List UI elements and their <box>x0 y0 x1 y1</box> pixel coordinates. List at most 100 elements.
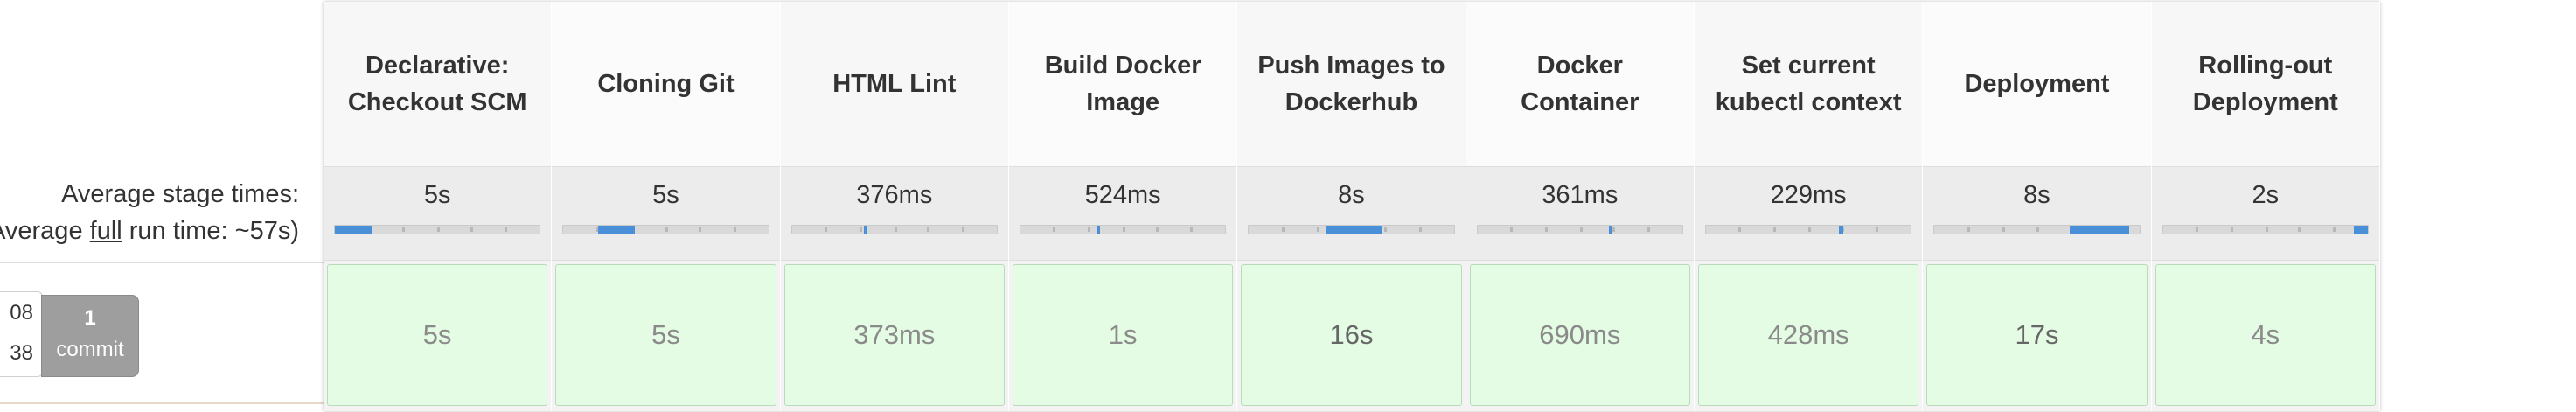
stage-average: 2s <box>2151 166 2379 261</box>
progress-fill <box>1839 226 1843 234</box>
commit-count: 1 <box>84 306 96 330</box>
stage-average: 8s <box>1923 166 2151 261</box>
stage-result-cell[interactable]: 373ms <box>783 264 1005 406</box>
stage-average-time: 8s <box>2023 181 2050 209</box>
stage-average-time: 5s <box>423 181 451 209</box>
progress-tick <box>1123 227 1126 232</box>
progress-fill <box>1326 226 1382 234</box>
stage-header: Set current kubectl context <box>1694 2 1923 166</box>
stage-result-cell[interactable]: 690ms <box>1469 264 1690 406</box>
stage-average: 524ms <box>1008 166 1237 261</box>
stage-header: Cloning Git <box>552 2 780 166</box>
build-date-line: 08 <box>10 301 33 325</box>
stage-average-time: 229ms <box>1770 181 1847 209</box>
stage-average: 376ms <box>780 166 1008 261</box>
progress-tick <box>1808 227 1812 232</box>
stage-column: HTML Lint 376ms 373ms <box>780 2 1009 411</box>
progress-tick <box>665 227 669 232</box>
progress-tick <box>927 227 930 232</box>
stage-header: Build Docker Image <box>1008 2 1237 166</box>
progress-fill <box>1096 226 1101 234</box>
progress-fill <box>2069 226 2129 234</box>
commit-badge[interactable]: 1 commit <box>41 295 139 377</box>
stage-header: Push Images to Dockerhub <box>1237 2 1466 166</box>
progress-tick <box>505 227 508 232</box>
stage-column: Set current kubectl context 229ms 428ms <box>1694 2 1924 411</box>
progress-tick <box>2230 227 2233 232</box>
stage-header: Declarative: Checkout SCM <box>324 2 552 166</box>
progress-tick <box>1967 227 1970 232</box>
full-run-prefix: (Average <box>0 217 83 245</box>
progress-tick <box>1510 227 1514 232</box>
stage-average-time: 8s <box>1338 181 1365 209</box>
progress-fill <box>863 226 868 234</box>
progress-fill <box>2353 226 2368 234</box>
progress-tick <box>1579 227 1583 232</box>
average-stage-times-label: Average stage times: <box>61 180 299 208</box>
stage-progress-bar <box>1019 225 1227 234</box>
stage-average-time: 361ms <box>1542 181 1619 209</box>
stage-result-cell[interactable]: 16s <box>1241 264 1462 406</box>
commit-label: commit <box>56 338 124 361</box>
build-time-line: 38 <box>10 341 33 365</box>
progress-tick <box>859 227 862 232</box>
full-run-suffix: run time: ~57s) <box>122 217 299 245</box>
progress-tick <box>2036 227 2040 232</box>
progress-tick <box>825 227 828 232</box>
stage-progress-bar <box>1704 225 1912 234</box>
stage-progress-bar <box>562 225 769 234</box>
progress-tick <box>1088 227 1091 232</box>
progress-tick <box>1612 227 1616 232</box>
stage-column: Push Images to Dockerhub 8s 16s <box>1237 2 1466 411</box>
progress-tick <box>2265 227 2268 232</box>
progress-tick <box>894 227 897 232</box>
stage-progress-bar <box>1933 225 2141 234</box>
stage-result-cell[interactable]: 5s <box>327 264 548 406</box>
stage-average: 229ms <box>1694 166 1923 261</box>
stage-column: Cloning Git 5s 5s <box>552 2 781 411</box>
stage-column: Deployment 8s 17s <box>1923 2 2152 411</box>
progress-tick <box>2298 227 2301 232</box>
stage-average: 5s <box>324 166 552 261</box>
progress-tick <box>962 227 965 232</box>
stage-result-cell[interactable]: 428ms <box>1697 264 1919 406</box>
stage-column: Rolling-out Deployment 2s 4s <box>2151 2 2380 411</box>
stage-column: Docker Container 361ms 690ms <box>1466 2 1695 411</box>
stage-header: Deployment <box>1923 2 2151 166</box>
progress-tick <box>1418 227 1422 232</box>
progress-tick <box>402 227 406 232</box>
progress-tick <box>2196 227 2199 232</box>
progress-tick <box>1876 227 1879 232</box>
progress-tick <box>1281 227 1285 232</box>
progress-fill <box>1608 226 1613 234</box>
stage-summary-labels: Average stage times: (Average full run t… <box>0 166 322 262</box>
stage-column: Build Docker Image 524ms 1s <box>1008 2 1238 411</box>
progress-tick <box>1773 227 1777 232</box>
stage-result-cell[interactable]: 4s <box>2155 264 2376 406</box>
full-run-link[interactable]: full <box>90 217 122 245</box>
stage-progress-bar <box>334 225 541 234</box>
row-separator <box>0 402 325 404</box>
stage-average-time: 5s <box>652 181 679 209</box>
stage-header: Docker Container <box>1466 2 1694 166</box>
stage-column: Declarative: Checkout SCM 5s 5s <box>324 2 553 411</box>
stage-average-time: 524ms <box>1084 181 1161 209</box>
progress-tick <box>1190 227 1194 232</box>
stage-header: Rolling-out Deployment <box>2151 2 2379 166</box>
progress-tick <box>1316 227 1319 232</box>
progress-tick <box>733 227 736 232</box>
progress-tick <box>1155 227 1159 232</box>
progress-fill <box>598 226 636 234</box>
stage-result-cell[interactable]: 5s <box>555 264 776 406</box>
build-date-box[interactable]: 08 38 <box>0 291 43 377</box>
stage-result-cell[interactable]: 1s <box>1012 264 1234 406</box>
stage-header: HTML Lint <box>780 2 1008 166</box>
progress-tick <box>1738 227 1742 232</box>
stage-average-time: 2s <box>2252 181 2280 209</box>
stage-average-time: 376ms <box>856 181 933 209</box>
stage-progress-bar <box>1248 225 1455 234</box>
progress-tick <box>1544 227 1548 232</box>
progress-tick <box>698 227 701 232</box>
stage-result-cell[interactable]: 17s <box>1926 264 2148 406</box>
progress-tick <box>1647 227 1651 232</box>
